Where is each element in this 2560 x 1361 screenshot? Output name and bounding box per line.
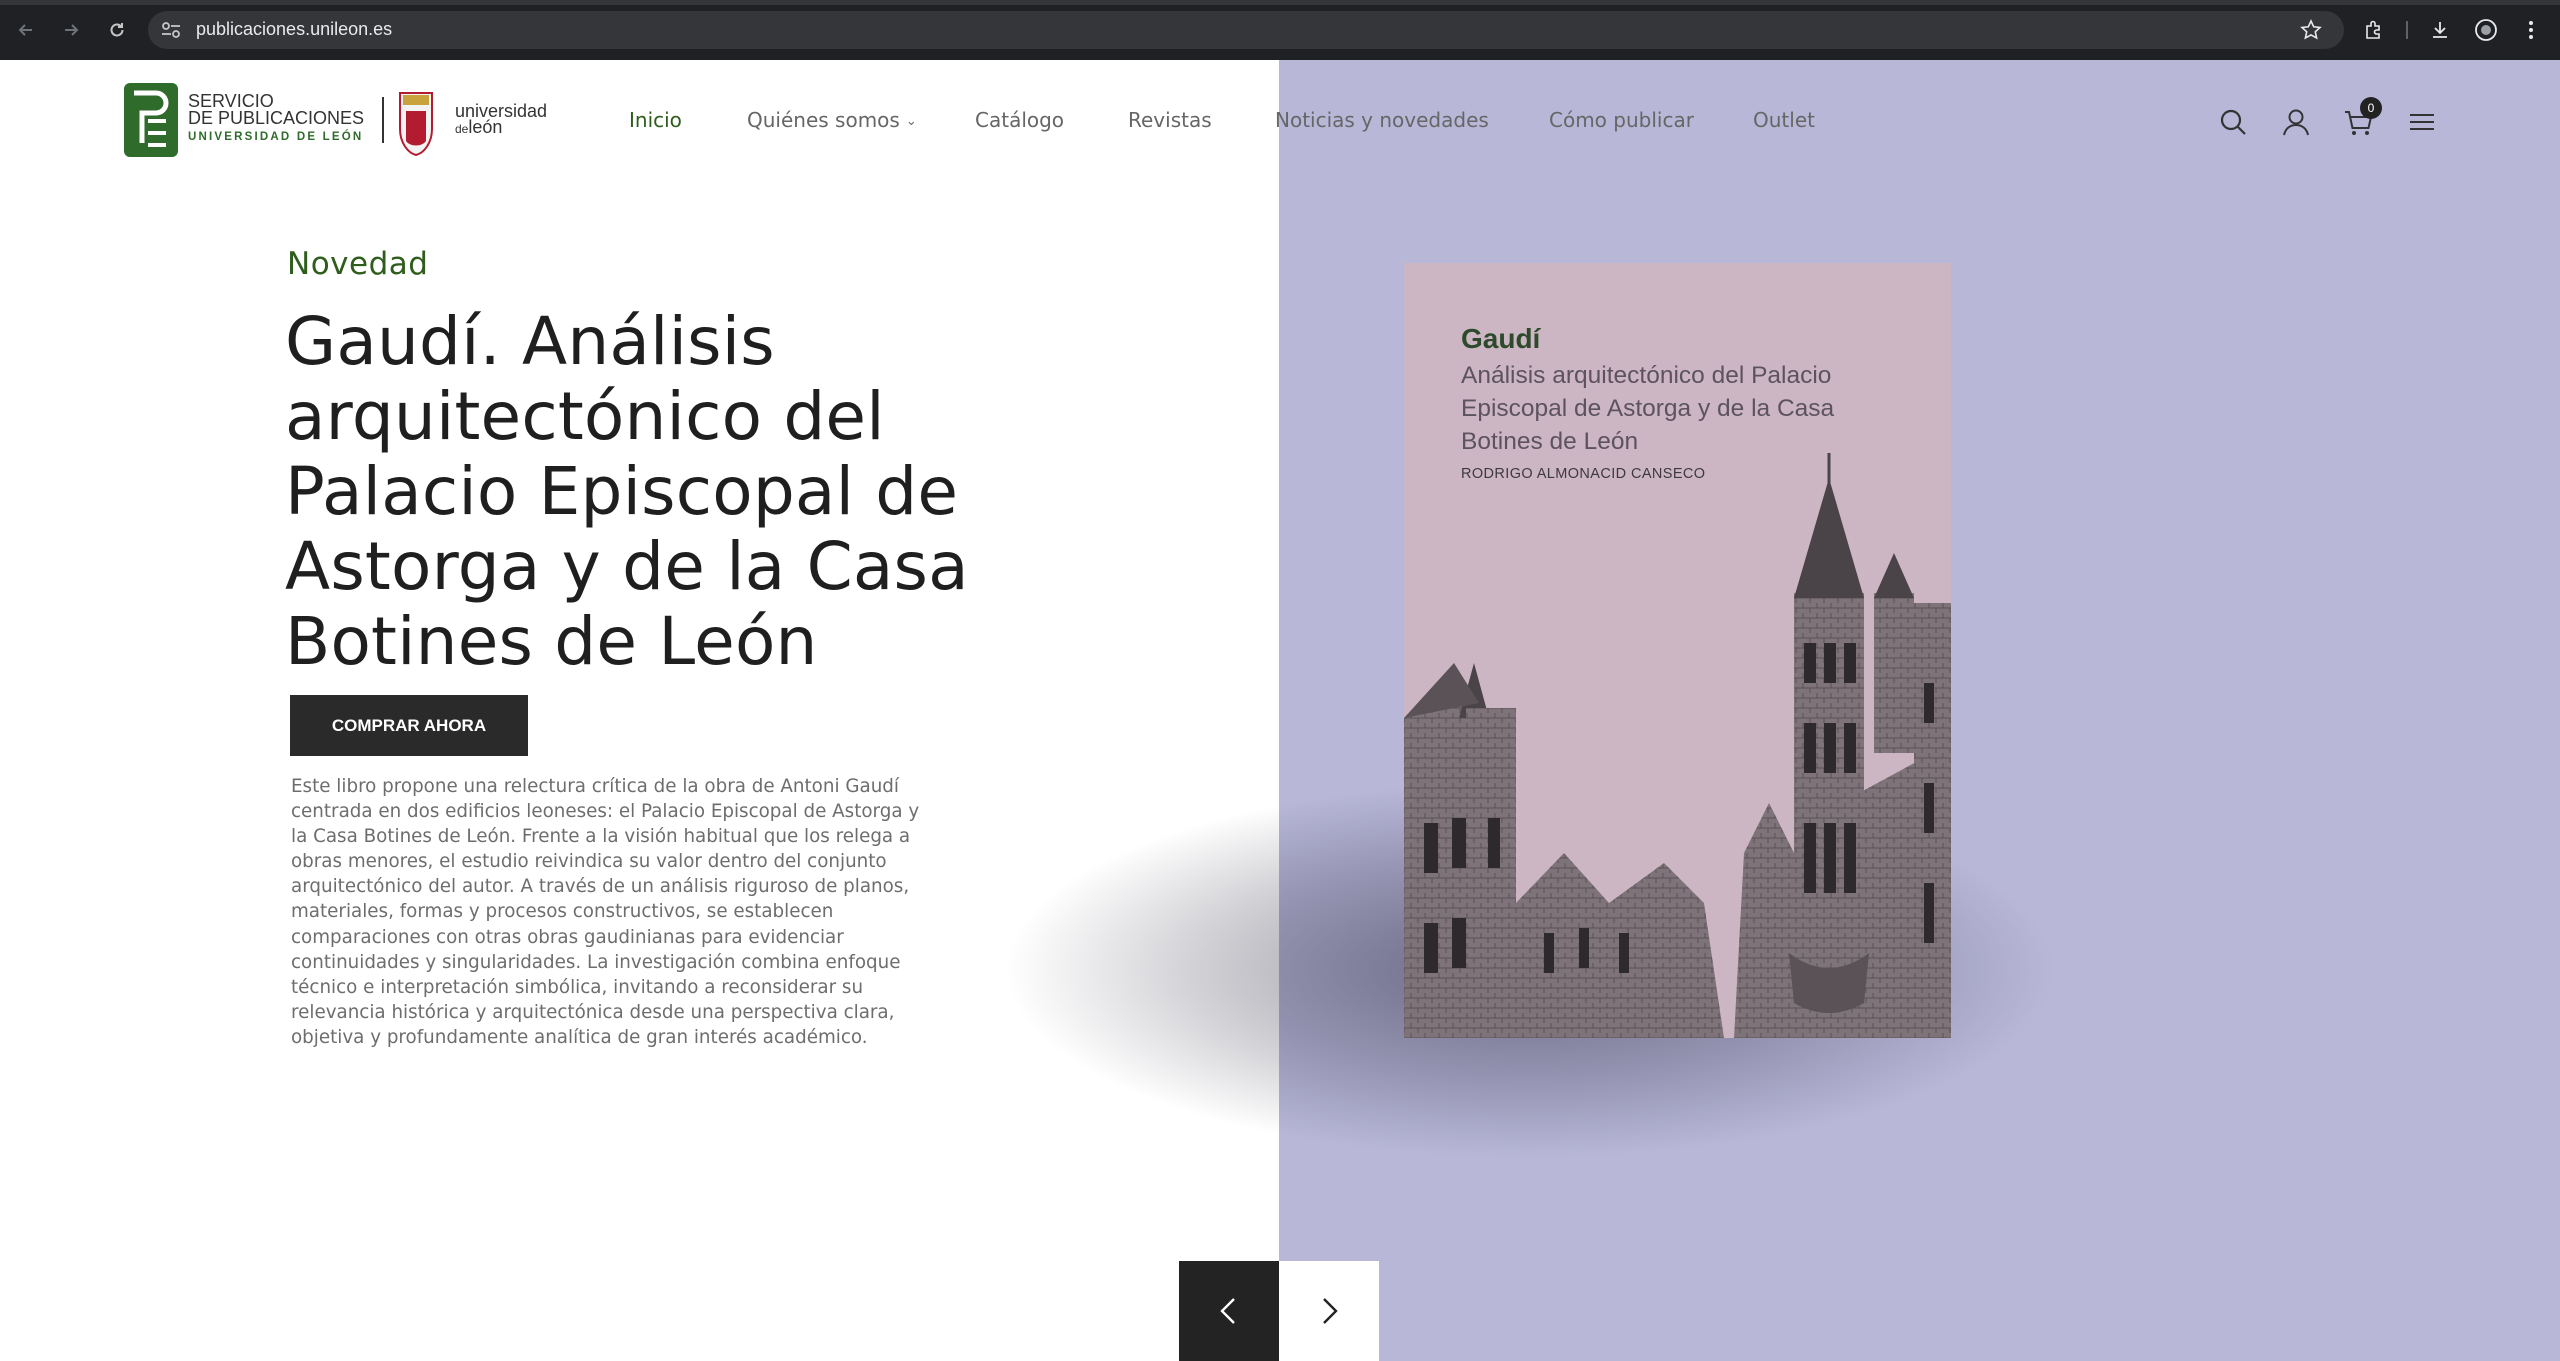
logo-line3: UNIVERSIDAD DE LEÓN — [188, 131, 364, 143]
university-name-de: de — [455, 122, 469, 136]
toolbar-divider — [2406, 21, 2408, 39]
address-bar[interactable]: publicaciones.unileon.es — [148, 11, 2344, 49]
site-logo[interactable]: SERVICIO DE PUBLICACIONES UNIVERSIDAD DE… — [122, 81, 562, 161]
extensions-icon[interactable] — [2359, 15, 2389, 45]
hero-title: Gaudí. Análisis arquitectónico del Palac… — [285, 303, 969, 680]
book-cover-subtitle: Análisis arquitectónico del Palacio Epis… — [1461, 362, 1835, 455]
slider-prev-button[interactable] — [1179, 1261, 1279, 1361]
back-icon[interactable] — [12, 16, 40, 44]
nav-item-label: Quiénes somos — [747, 108, 900, 132]
reload-icon[interactable] — [103, 16, 131, 44]
page: SERVICIO DE PUBLICACIONES UNIVERSIDAD DE… — [0, 60, 2560, 1361]
slider-next-button[interactable] — [1279, 1261, 1379, 1361]
download-icon[interactable] — [2425, 15, 2455, 45]
book-cover-title: Gaudí — [1461, 323, 1541, 354]
university-wordmark: universidad deleón — [455, 102, 547, 137]
browser-toolbar: publicaciones.unileon.es — [0, 0, 2560, 60]
university-name-line2: león — [468, 117, 503, 137]
cart-count-badge: 0 — [2360, 97, 2382, 119]
site-settings-icon[interactable] — [160, 20, 182, 40]
hero-kicker: Novedad — [287, 246, 429, 282]
nav-item-revistas[interactable]: Revistas — [1128, 108, 1212, 132]
nav-item-outlet[interactable]: Outlet — [1753, 108, 1815, 132]
menu-icon[interactable] — [2404, 104, 2440, 140]
bookmark-star-icon[interactable] — [2296, 15, 2326, 45]
book-cover[interactable]: Gaudí Análisis arquitectónico del Palaci… — [1404, 263, 1951, 1038]
book-cover-author: RODRIGO ALMONACID CANSECO — [1461, 466, 1706, 482]
logo-line2: DE PUBLICACIONES — [188, 108, 365, 128]
user-icon[interactable] — [2278, 104, 2314, 140]
tab-strip — [0, 0, 2560, 5]
url-text[interactable]: publicaciones.unileon.es — [196, 19, 392, 40]
more-menu-icon[interactable] — [2516, 15, 2546, 45]
nav-item-quienes-somos[interactable]: Quiénes somos ⌄ — [747, 108, 917, 132]
logo-text: SERVICIO DE PUBLICACIONES UNIVERSIDAD DE… — [188, 92, 365, 146]
chevron-down-icon: ⌄ — [905, 114, 917, 129]
forward-icon[interactable] — [57, 16, 85, 44]
search-icon[interactable] — [2215, 104, 2251, 140]
buy-now-button[interactable]: COMPRAR AHORA — [290, 695, 528, 756]
nav-item-inicio[interactable]: Inicio — [629, 108, 682, 132]
nav-item-catalogo[interactable]: Catálogo — [975, 108, 1064, 132]
nav-item-como-publicar[interactable]: Cómo publicar — [1549, 108, 1694, 132]
nav-item-noticias[interactable]: Noticias y novedades — [1275, 108, 1489, 132]
chevron-left-icon — [1220, 1298, 1235, 1324]
profile-icon[interactable] — [2471, 15, 2501, 45]
hero-description: Este libro propone una relectura crítica… — [291, 776, 920, 1048]
chevron-right-icon — [1323, 1298, 1338, 1324]
